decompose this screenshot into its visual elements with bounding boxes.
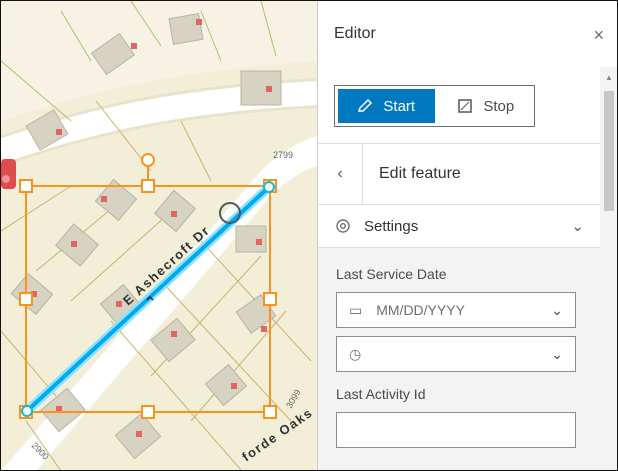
map-marker-icon[interactable] <box>1 159 16 189</box>
resize-handle-top-center[interactable] <box>141 179 155 193</box>
resize-handle-middle-left[interactable] <box>19 292 33 306</box>
resize-handle-bottom-right[interactable] <box>263 405 277 419</box>
stop-edit-icon <box>458 99 473 113</box>
date-chevron-down-icon: ⌄ <box>551 301 563 318</box>
start-button[interactable]: Start <box>338 89 435 123</box>
panel-title: Editor <box>334 25 376 42</box>
app-window: 2799 3099 2900 E Ashecroft Dr forde Oaks… <box>0 0 618 471</box>
gear-icon <box>336 219 350 233</box>
vertex-handle-end[interactable] <box>263 181 275 193</box>
stop-button[interactable]: Stop <box>438 86 535 126</box>
edit-feature-title: Edit feature <box>379 165 461 182</box>
resize-handle-bottom-center[interactable] <box>141 405 155 419</box>
start-stop-toggle: Start Stop <box>334 85 535 127</box>
clock-icon: ◷ <box>349 345 362 362</box>
panel-scrollbar[interactable]: ▲ <box>600 67 617 470</box>
time-chevron-down-icon: ⌄ <box>551 345 563 362</box>
edit-feature-header: ‹ Edit feature <box>318 143 600 204</box>
vertex-handle-start[interactable] <box>21 405 33 417</box>
settings-label: Settings <box>364 217 419 235</box>
last-activity-id-label: Last Activity Id <box>336 386 426 402</box>
map-view[interactable]: 2799 3099 2900 E Ashecroft Dr forde Oaks <box>1 1 317 470</box>
chevron-down-icon: ⌄ <box>571 218 584 235</box>
back-chevron-icon[interactable]: ‹ <box>318 144 363 204</box>
attribute-form: Last Service Date ▭ MM/DD/YYYY ⌄ ◷ ⌄ Las… <box>318 248 600 470</box>
start-label: Start <box>383 97 416 115</box>
editor-content: ‹ Edit feature Settings ⌄ Last Service D… <box>318 143 600 470</box>
date-placeholder: MM/DD/YYYY <box>376 302 465 318</box>
resize-handle-top-left[interactable] <box>19 179 33 193</box>
scroll-thumb[interactable] <box>604 91 614 211</box>
editor-panel: Editor × Start Stop ▲ ‹ Edit feature Set… <box>317 1 617 470</box>
close-icon[interactable]: × <box>593 25 604 46</box>
pencil-icon <box>358 98 373 112</box>
time-input[interactable]: ◷ ⌄ <box>336 336 576 372</box>
parcel-number-2799: 2799 <box>273 150 293 160</box>
settings-row[interactable]: Settings ⌄ <box>318 204 600 248</box>
date-input[interactable]: ▭ MM/DD/YYYY ⌄ <box>336 292 576 328</box>
last-activity-id-input[interactable] <box>336 412 576 448</box>
scroll-up-icon[interactable]: ▲ <box>605 73 613 82</box>
rotate-handle[interactable] <box>141 153 155 167</box>
calendar-icon: ▭ <box>349 301 363 318</box>
stop-label: Stop <box>483 97 515 115</box>
resize-handle-middle-right[interactable] <box>263 292 277 306</box>
last-service-date-label: Last Service Date <box>336 266 447 282</box>
panel-header: Editor × <box>318 1 617 67</box>
